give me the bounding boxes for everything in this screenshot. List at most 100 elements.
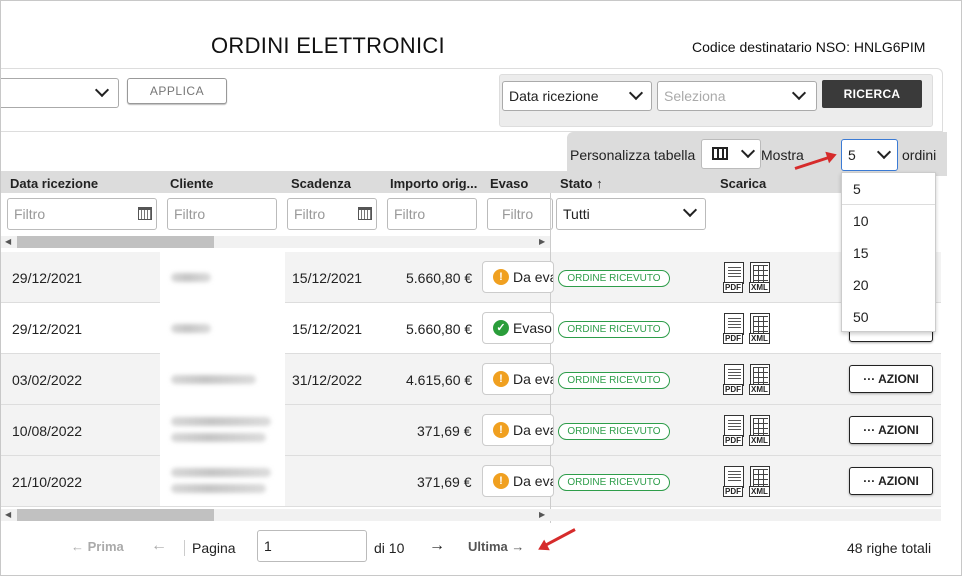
- chevron-down-icon: [682, 202, 698, 218]
- xml-download-icon[interactable]: XML: [749, 415, 770, 446]
- page-title: ORDINI ELETTRONICI: [211, 33, 445, 58]
- warning-icon: !: [493, 422, 509, 438]
- filter-data-ricezione[interactable]: Filtro: [7, 198, 157, 230]
- col-stato[interactable]: Stato ↑: [560, 176, 603, 191]
- page-count: di 10: [374, 540, 405, 556]
- page-size-select[interactable]: 5: [841, 139, 898, 171]
- filter-scadenza[interactable]: Filtro: [287, 198, 377, 230]
- chevron-down-icon: [94, 82, 110, 98]
- page-size-option[interactable]: 20: [842, 269, 935, 301]
- evaso-status[interactable]: ! Da evadere: [482, 414, 554, 446]
- col-importo[interactable]: Importo orig...: [390, 176, 477, 191]
- row-amount: 5.660,80 €: [406, 321, 473, 337]
- first-page-button[interactable]: ← Prima: [71, 539, 124, 554]
- page-size-option[interactable]: 50: [842, 301, 935, 333]
- columns-icon: [712, 147, 728, 160]
- status-badge: ORDINE RICEVUTO: [558, 270, 670, 287]
- scrollbar-thumb[interactable]: [17, 509, 214, 521]
- row-date: 10/08/2022: [12, 423, 83, 439]
- evaso-status[interactable]: ! Da evadere: [482, 363, 554, 395]
- xml-download-icon[interactable]: XML: [749, 262, 770, 293]
- pdf-download-icon[interactable]: PDF: [723, 466, 744, 497]
- annotation-arrow-last: [542, 528, 576, 548]
- customize-table-label: Personalizza tabella: [570, 147, 696, 163]
- pdf-download-icon[interactable]: PDF: [723, 262, 744, 293]
- row-date: 29/12/2021: [12, 270, 83, 286]
- col-scarica[interactable]: Scarica: [720, 176, 766, 191]
- page-size-option[interactable]: 5: [842, 173, 935, 205]
- column-chooser-button[interactable]: [701, 139, 761, 169]
- actions-button[interactable]: ··· AZIONI: [849, 467, 933, 495]
- scroll-left-icon[interactable]: ◀: [5, 510, 11, 519]
- row-date: 29/12/2021: [12, 321, 83, 337]
- orders-window: ORDINI ELETTRONICI Codice destinatario N…: [0, 0, 962, 576]
- chevron-down-icon: [628, 85, 644, 101]
- actions-button[interactable]: ··· AZIONI: [849, 416, 933, 444]
- top-scrollbar[interactable]: ◀ ▶: [1, 236, 550, 248]
- row-due-date: 15/12/2021: [292, 321, 363, 337]
- pdf-download-icon[interactable]: PDF: [723, 415, 744, 446]
- filter-select[interactable]: [1, 78, 119, 108]
- scroll-right-icon[interactable]: ▶: [539, 510, 545, 519]
- masked-client-name: [171, 324, 211, 333]
- orders-label: ordini: [902, 147, 937, 163]
- page-size-option[interactable]: 10: [842, 205, 935, 237]
- chevron-up-icon: [876, 144, 892, 160]
- status-badge: ORDINE RICEVUTO: [558, 423, 670, 440]
- bottom-scrollbar[interactable]: ◀ ▶: [1, 509, 941, 521]
- pdf-download-icon[interactable]: PDF: [723, 364, 744, 395]
- warning-icon: !: [493, 371, 509, 387]
- row-due-date: 15/12/2021: [292, 270, 363, 286]
- xml-download-icon[interactable]: XML: [749, 313, 770, 344]
- check-icon: ✓: [493, 320, 509, 336]
- filter-evaso[interactable]: Filtro: [487, 198, 553, 230]
- xml-download-icon[interactable]: XML: [749, 466, 770, 497]
- masked-client-name: [171, 375, 256, 384]
- status-badge: ORDINE RICEVUTO: [558, 321, 670, 338]
- filter-stato[interactable]: Tutti: [556, 198, 706, 230]
- last-page-button[interactable]: Ultima →: [468, 539, 524, 554]
- masked-client-name: [171, 468, 271, 477]
- row-amount: 5.660,80 €: [406, 270, 473, 286]
- recipient-code: Codice destinatario NSO: HNLG6PIM: [692, 39, 926, 55]
- masked-client-name: [171, 484, 266, 493]
- scrollbar-thumb[interactable]: [17, 236, 214, 248]
- col-scadenza[interactable]: Scadenza: [291, 176, 351, 191]
- filter-importo[interactable]: Filtro: [387, 198, 477, 230]
- next-page-button[interactable]: →: [429, 537, 445, 555]
- page-label: Pagina: [184, 540, 236, 556]
- col-data-ricezione[interactable]: Data ricezione: [10, 176, 98, 191]
- date-value-select[interactable]: Seleziona: [657, 81, 817, 111]
- show-label: Mostra: [761, 147, 804, 163]
- chevron-down-icon: [791, 85, 807, 101]
- search-button[interactable]: RICERCA: [822, 80, 922, 108]
- filter-cliente[interactable]: Filtro: [167, 198, 277, 230]
- date-field-select[interactable]: Data ricezione: [502, 81, 652, 111]
- row-due-date: 31/12/2022: [292, 372, 363, 388]
- col-cliente[interactable]: Cliente: [170, 176, 213, 191]
- scroll-left-icon[interactable]: ◀: [5, 237, 11, 246]
- page-size-option[interactable]: 15: [842, 237, 935, 269]
- warning-icon: !: [493, 473, 509, 489]
- status-badge: ORDINE RICEVUTO: [558, 474, 670, 491]
- evaso-status[interactable]: ! Da evadere: [482, 261, 554, 293]
- masked-client-name: [171, 417, 271, 426]
- page-number-input[interactable]: 1: [257, 530, 367, 562]
- col-evaso[interactable]: Evaso: [490, 176, 528, 191]
- row-amount: 371,69 €: [417, 474, 472, 490]
- status-badge: ORDINE RICEVUTO: [558, 372, 670, 389]
- total-rows: 48 righe totali: [847, 540, 932, 556]
- evaso-status[interactable]: ✓ Evaso: [482, 312, 554, 344]
- row-date: 03/02/2022: [12, 372, 83, 388]
- prev-page-button[interactable]: ←: [151, 537, 167, 555]
- masked-client-name: [171, 273, 211, 282]
- masked-client-name: [171, 433, 266, 442]
- actions-button[interactable]: ··· AZIONI: [849, 365, 933, 393]
- pdf-download-icon[interactable]: PDF: [723, 313, 744, 344]
- xml-download-icon[interactable]: XML: [749, 364, 770, 395]
- apply-button[interactable]: APPLICA: [127, 78, 227, 104]
- page-size-dropdown: 5 10 15 20 50: [841, 172, 936, 332]
- calendar-icon: [358, 207, 372, 220]
- evaso-status[interactable]: ! Da evadere: [482, 465, 554, 497]
- scroll-right-icon[interactable]: ▶: [539, 237, 545, 246]
